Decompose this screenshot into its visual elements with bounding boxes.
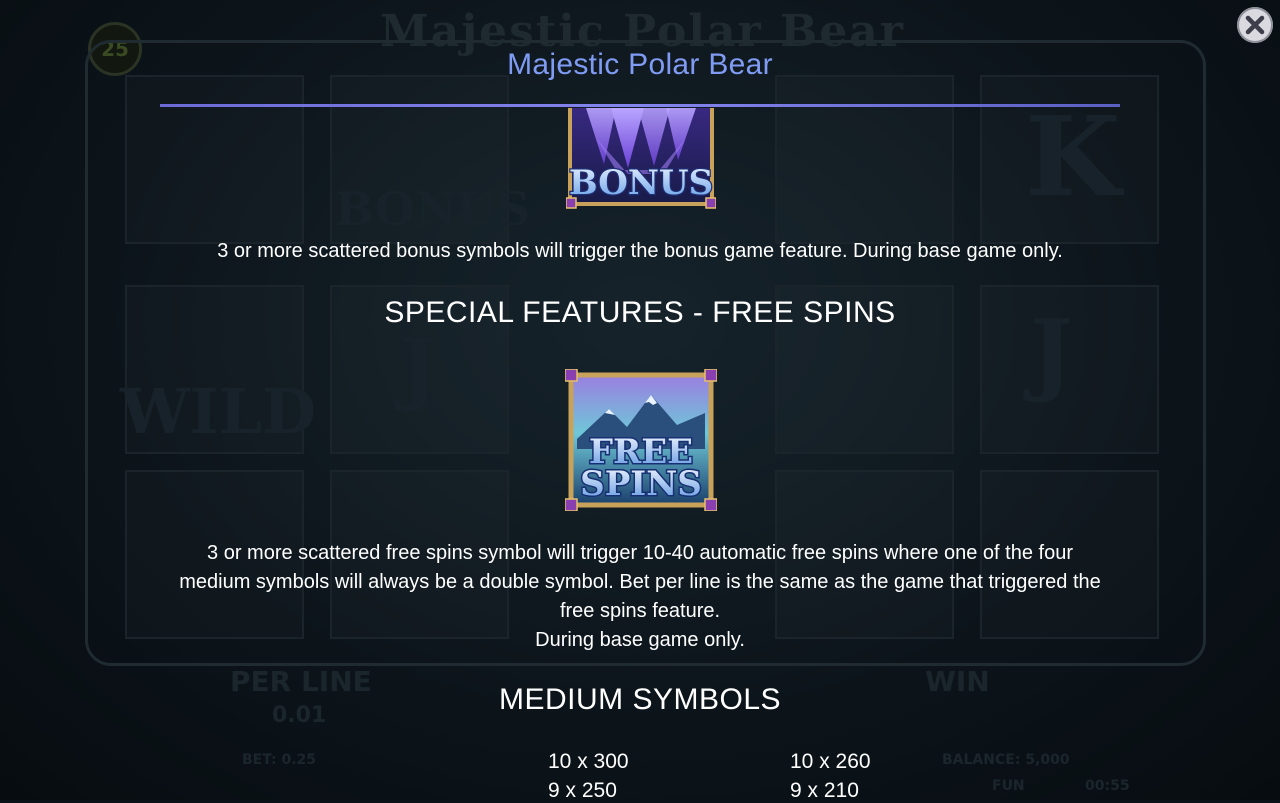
close-x-icon [1245,15,1265,35]
free-spins-description-line: medium symbols will always be a double s… [179,571,1101,593]
free-spins-description-line: 3 or more scattered free spins symbol wi… [207,542,1073,564]
paytable-entry: 9 x 250 [548,779,617,802]
title-divider [160,104,1120,107]
paytable-entry: 10 x 260 [790,750,871,773]
paytable-overlay: Majestic Polar Bear BONUS 3 or more scat… [0,0,1280,802]
medium-symbols-heading: MEDIUM SYMBOLS [498,683,782,716]
bonus-crystal-icon: BONUS [566,108,716,209]
paytable-entry: 9 x 210 [790,779,859,802]
bonus-description: 3 or more scattered bonus symbols will t… [217,240,1063,262]
bonus-symbol-tile: BONUS [566,108,716,210]
free-spins-description-line: During base game only. [535,629,745,651]
bonus-symbol-text: BONUS [569,163,713,203]
free-spins-mountain-icon: FREE SPINS [564,368,718,512]
close-button[interactable] [1237,7,1273,43]
free-spins-symbol-tile: FREE SPINS [564,368,718,512]
free-spins-description: 3 or more scattered free spins symbol wi… [110,539,1170,655]
paytable-entry: 10 x 300 [548,750,629,773]
free-spins-heading: SPECIAL FEATURES - FREE SPINS [384,296,896,329]
free-spins-symbol-text-line2: SPINS [580,464,702,504]
paytable-title: Majestic Polar Bear [507,48,773,81]
free-spins-description-line: free spins feature. [559,600,721,622]
